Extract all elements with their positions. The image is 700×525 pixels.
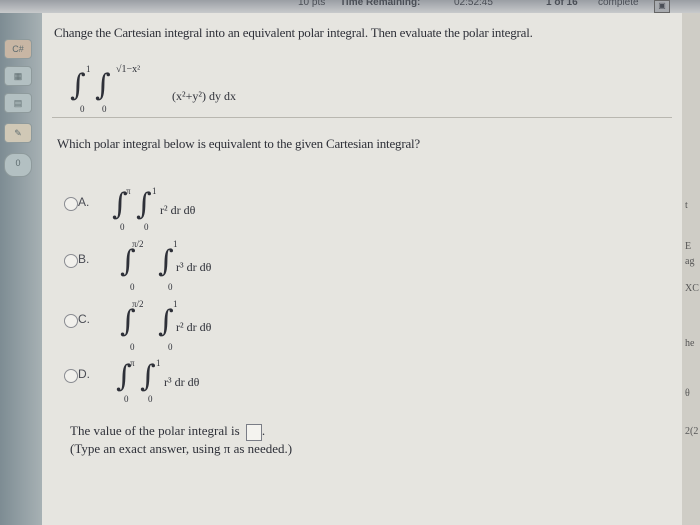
outer-lower-limit: 0 xyxy=(130,342,135,352)
inner-integral-sign: ∫ xyxy=(95,68,111,103)
option-d[interactable]: D. ∫ π 0 ∫ 1 0 r³ dr dθ xyxy=(60,358,320,408)
edge-text: XC xyxy=(685,283,699,294)
outer-integral-sign: ∫ xyxy=(120,304,136,339)
left-sidebar: C# ▦ ▤ ✎ 0 xyxy=(0,13,42,525)
radio-button[interactable] xyxy=(64,254,78,268)
outer-integral-sign: ∫ xyxy=(120,244,136,279)
option-a[interactable]: A. ∫ π 0 ∫ 1 0 r² dr dθ xyxy=(60,186,320,236)
points-value: 10 pts xyxy=(298,0,326,8)
question-counter: 1 of 16 xyxy=(546,0,578,8)
option-integrand: r² dr dθ xyxy=(176,320,212,334)
inner-integral-sign: ∫ xyxy=(158,244,174,279)
edge-text: θ xyxy=(685,388,690,399)
inner-lower-limit: 0 xyxy=(102,104,107,114)
outer-lower-limit: 0 xyxy=(80,104,85,114)
complete-status: complete xyxy=(598,0,639,8)
calculator-icon[interactable]: ▤ xyxy=(4,93,32,113)
question-panel: Change the Cartesian integral into an eq… xyxy=(42,13,682,525)
option-label: C. xyxy=(78,312,90,326)
option-label: B. xyxy=(78,252,90,266)
problem-instruction: Change the Cartesian integral into an eq… xyxy=(54,25,533,40)
outer-lower-limit: 0 xyxy=(120,222,125,232)
divider xyxy=(52,117,672,118)
answer-input[interactable] xyxy=(245,423,262,441)
outer-lower-limit: 0 xyxy=(130,282,135,292)
edge-text: 2(2 xyxy=(685,426,699,437)
outer-upper-limit: π/2 xyxy=(132,299,144,309)
right-edge-panel: t E ag XC he θ 2(2 xyxy=(682,13,700,525)
radio-button[interactable] xyxy=(64,314,78,328)
outer-upper-limit: 1 xyxy=(86,64,91,74)
inner-lower-limit: 0 xyxy=(144,222,149,232)
inner-integral-sign: ∫ xyxy=(140,359,156,394)
radio-button[interactable] xyxy=(64,369,78,383)
answer-line: The value of the polar integral is . xyxy=(70,423,265,441)
inner-upper-limit: 1 xyxy=(173,299,178,309)
top-status-bar: 10 pts Time Remaining: 02:52:45 1 of 16 … xyxy=(0,0,700,13)
outer-integral-sign: ∫ xyxy=(70,68,86,103)
inner-upper-limit: 1 xyxy=(173,239,178,249)
inner-lower-limit: 0 xyxy=(168,342,173,352)
edge-text: t xyxy=(685,200,688,211)
option-c[interactable]: C. ∫ π/2 0 ∫ 1 0 r² dr dθ xyxy=(60,299,320,353)
inner-upper-limit: 1 xyxy=(152,186,157,196)
time-remaining-value: 02:52:45 xyxy=(454,0,493,8)
back-icon[interactable]: C# xyxy=(4,39,32,59)
answer-note: (Type an exact answer, using π as needed… xyxy=(70,441,293,456)
option-label: D. xyxy=(78,367,90,381)
inner-integral-sign: ∫ xyxy=(136,187,152,222)
outer-upper-limit: π xyxy=(126,186,131,196)
option-label: A. xyxy=(78,195,90,209)
time-remaining-label: Time Remaining: xyxy=(340,0,421,8)
answer-prompt: The value of the polar integral is xyxy=(70,423,240,438)
question-text: Which polar integral below is equivalent… xyxy=(57,136,420,151)
inner-lower-limit: 0 xyxy=(148,394,153,404)
inner-lower-limit: 0 xyxy=(168,282,173,292)
option-integrand: r³ dr dθ xyxy=(164,375,200,389)
option-b[interactable]: B. ∫ π/2 0 ∫ 1 0 r³ dr dθ xyxy=(60,239,320,293)
inner-upper-limit: 1 xyxy=(156,358,161,368)
cartesian-integrand: (x²+y²) dy dx xyxy=(172,89,236,103)
outer-lower-limit: 0 xyxy=(124,394,129,404)
edge-text: ag xyxy=(685,256,695,267)
notes-icon[interactable]: ✎ xyxy=(4,123,32,143)
option-integrand: r³ dr dθ xyxy=(176,260,212,274)
edge-text: E xyxy=(685,241,692,252)
inner-upper-limit: √1−x² xyxy=(116,64,141,75)
grid-icon[interactable]: ▦ xyxy=(4,66,32,86)
radio-button[interactable] xyxy=(64,197,78,211)
edge-text: he xyxy=(685,338,695,349)
window-icon[interactable]: ▣ xyxy=(654,0,670,13)
outer-upper-limit: π/2 xyxy=(132,239,144,249)
outer-upper-limit: π xyxy=(130,358,135,368)
option-integrand: r² dr dθ xyxy=(160,203,196,217)
help-icon[interactable]: 0 xyxy=(4,153,32,177)
inner-integral-sign: ∫ xyxy=(158,304,174,339)
